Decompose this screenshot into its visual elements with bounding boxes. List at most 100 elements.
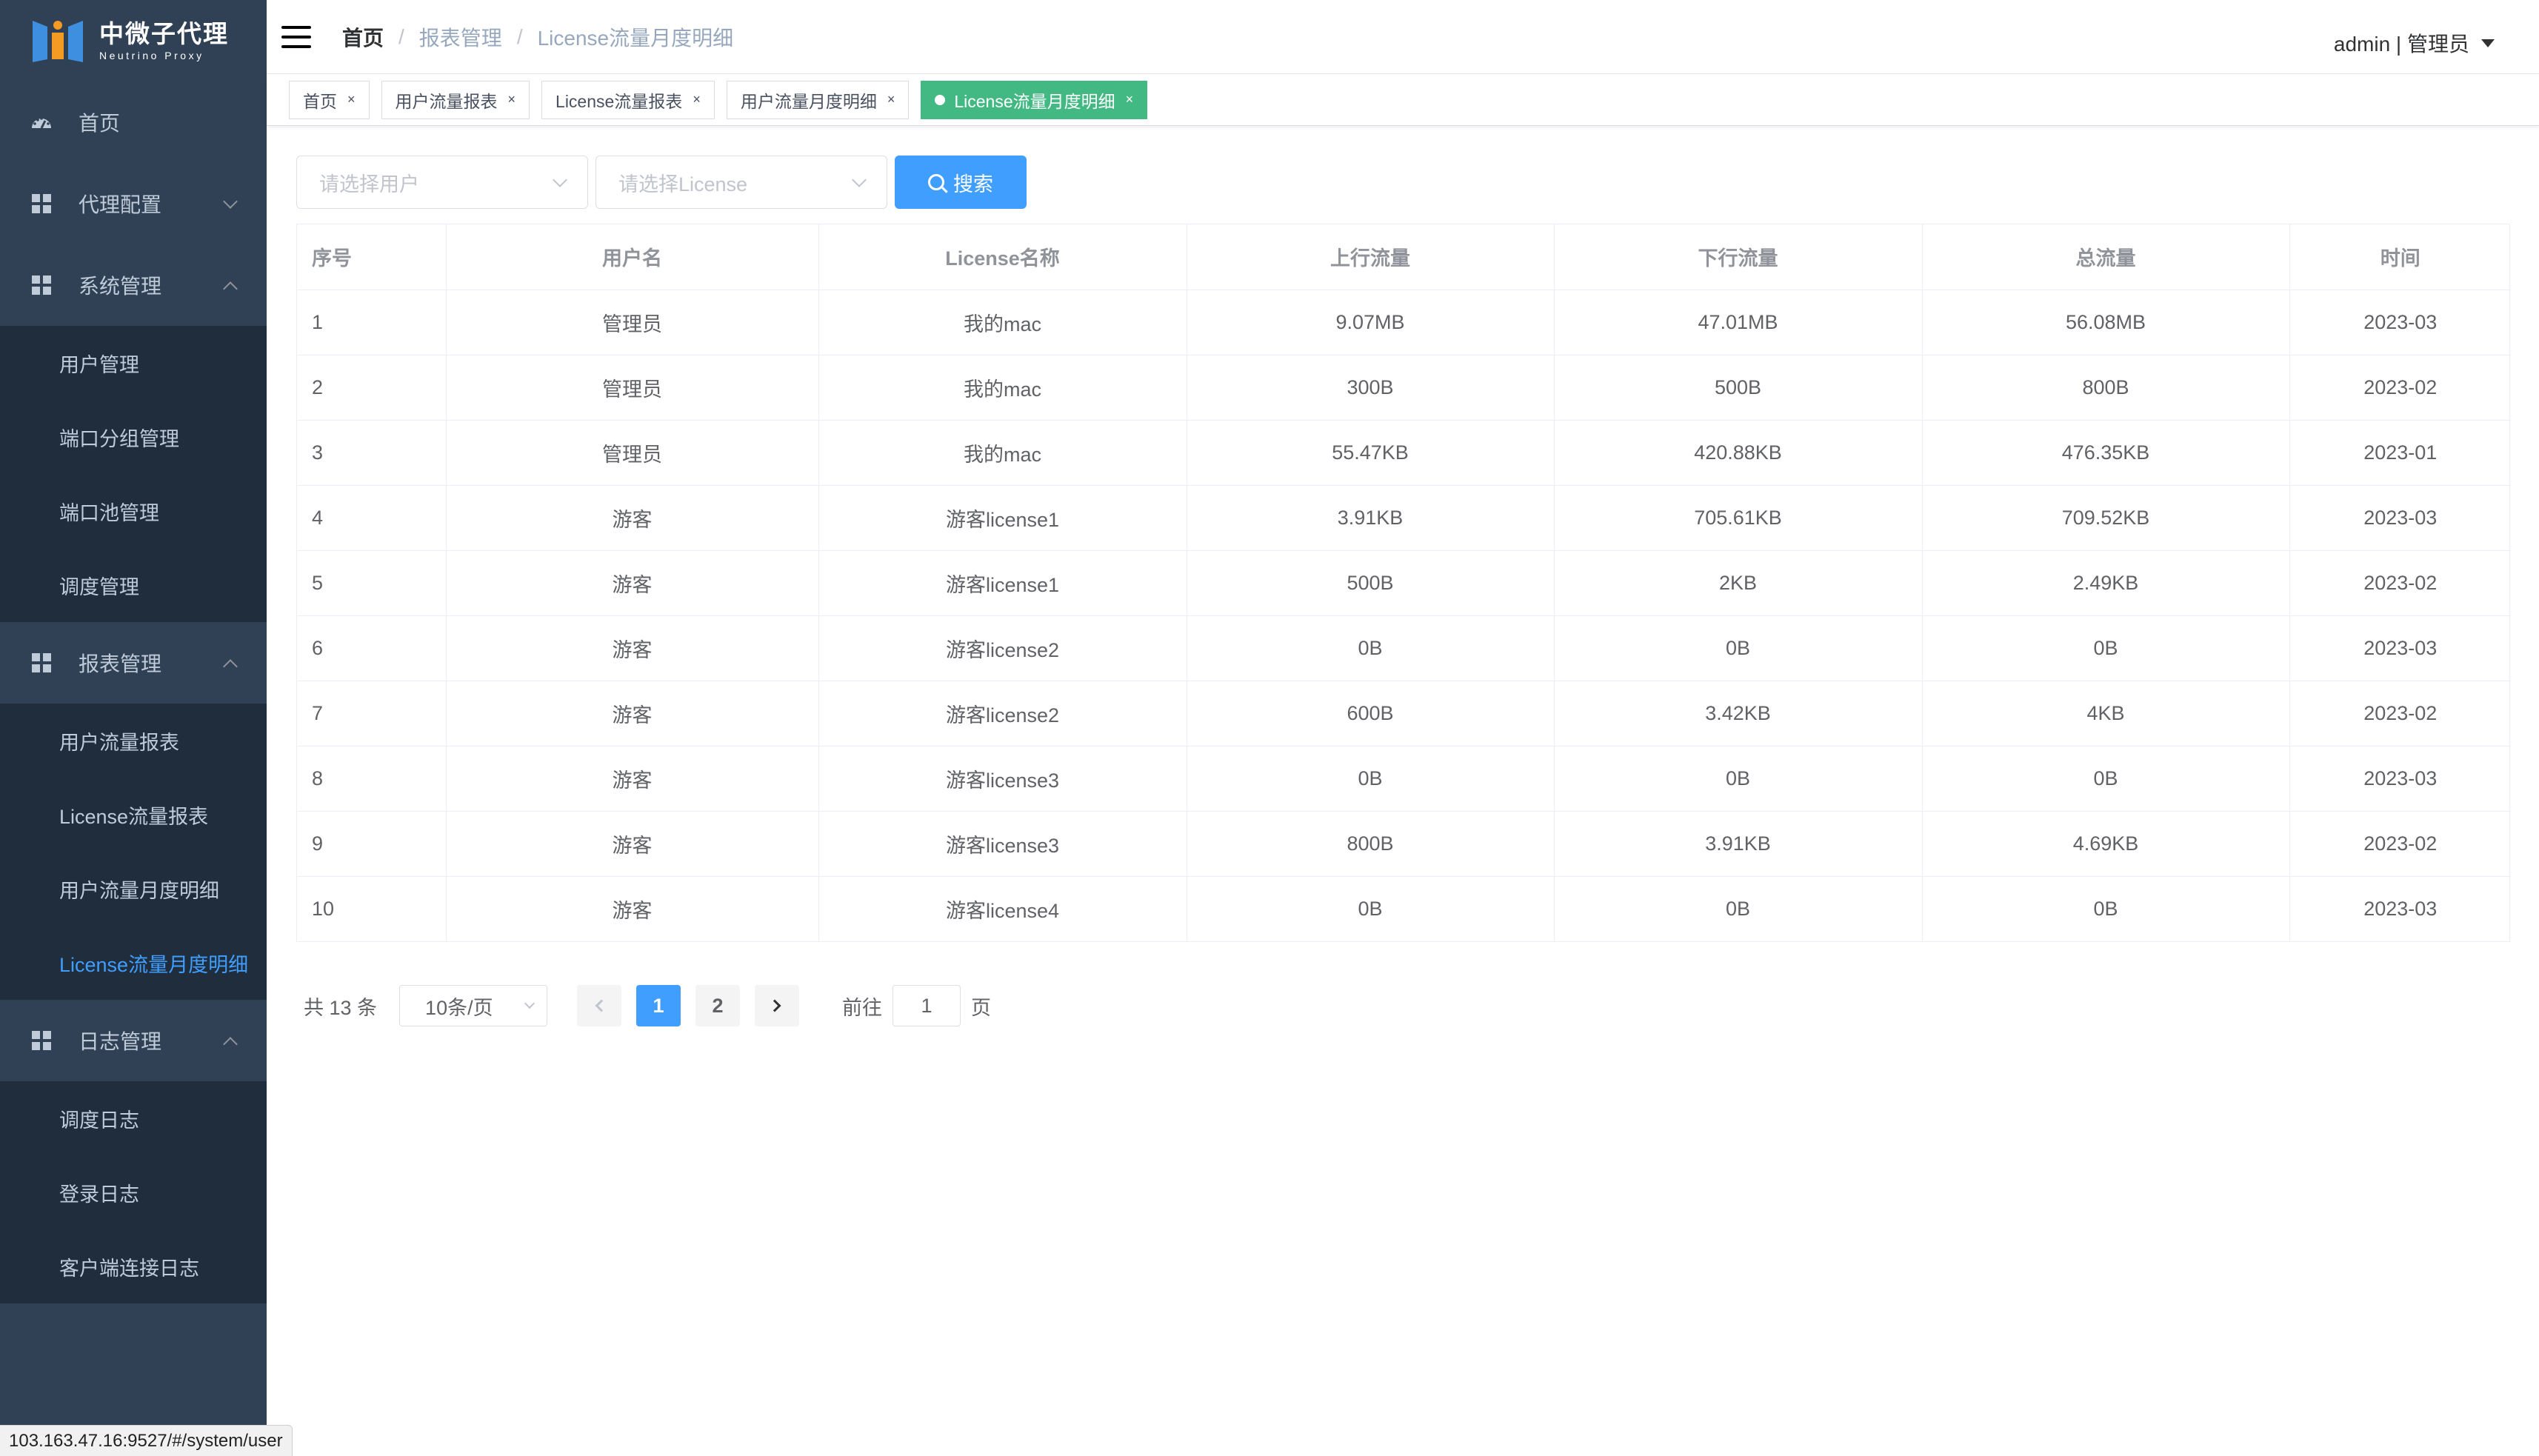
menu-proxy-config[interactable]: 代理配置 — [0, 163, 267, 244]
table-cell: 7 — [297, 681, 447, 747]
table-cell: 0B — [1554, 615, 1923, 681]
table-cell: 我的mac — [818, 420, 1187, 486]
page-button-1[interactable]: 1 — [636, 985, 681, 1026]
license-select[interactable]: 请选择License — [595, 156, 887, 209]
menu-log-mgmt[interactable]: 日志管理 — [0, 1000, 267, 1081]
logo-title: 中微子代理 — [99, 20, 229, 47]
breadcrumb: 首页 / 报表管理 / License流量月度明细 — [342, 22, 733, 52]
table-cell: 2023-03 — [2289, 615, 2511, 681]
sidebar-item-license-monthly-detail[interactable]: License流量月度明细 — [0, 926, 267, 1000]
table-cell: 9.07MB — [1187, 290, 1555, 355]
table-cell: 0B — [1922, 876, 2290, 941]
column-header: 时间 — [2289, 224, 2511, 290]
goto-page-input[interactable] — [893, 985, 961, 1026]
caret-down-icon — [2481, 39, 2495, 47]
grid-icon — [30, 1029, 53, 1052]
table-cell: 5 — [297, 550, 447, 616]
page-button-2[interactable]: 2 — [695, 985, 741, 1026]
page-size-select[interactable]: 10条/页 — [399, 985, 548, 1026]
logo[interactable]: 中微子代理 Neutrino Proxy — [0, 0, 267, 81]
submenu-report: 用户流量报表 License流量报表 用户流量月度明细 License流量月度明… — [0, 704, 267, 1000]
table-cell: 管理员 — [446, 290, 819, 355]
sidebar-item-login-log[interactable]: 登录日志 — [0, 1155, 267, 1229]
sidebar-item-user-monthly-detail[interactable]: 用户流量月度明细 — [0, 852, 267, 926]
table-cell: 55.47KB — [1187, 420, 1555, 486]
grid-icon — [30, 273, 53, 297]
sidebar-item-user-traffic-report[interactable]: 用户流量报表 — [0, 704, 267, 778]
breadcrumb-home[interactable]: 首页 — [342, 22, 384, 52]
search-icon — [928, 174, 944, 190]
table-cell: 2023-03 — [2363, 897, 2438, 920]
user-dropdown[interactable]: admin | 管理员 — [2334, 28, 2495, 58]
table-row: 6 游客 游客license2 0B 0B 0B 2023-03 — [297, 615, 2511, 681]
sidebar-item-scheduling-log[interactable]: 调度日志 — [0, 1081, 267, 1155]
tags-view: 首页 × 用户流量报表 × License流量报表 × 用户流量月度明细 × L… — [267, 74, 2539, 126]
sidebar-item-license-traffic-report[interactable]: License流量报表 — [0, 778, 267, 852]
table-cell: 3 — [297, 420, 447, 486]
search-button[interactable]: 搜索 — [895, 156, 1027, 209]
table-cell: 游客license4 — [818, 876, 1187, 941]
tag-license-monthly-detail[interactable]: License流量月度明细 × — [921, 80, 1148, 119]
navbar: 首页 / 报表管理 / License流量月度明细 admin | 管理员 — [267, 0, 2539, 74]
close-icon[interactable]: × — [1126, 92, 1134, 107]
sidebar-item-port-group[interactable]: 端口分组管理 — [0, 400, 267, 474]
close-icon[interactable]: × — [347, 92, 356, 107]
breadcrumb-separator: / — [398, 24, 404, 48]
table-cell: 2023-01 — [2289, 420, 2511, 486]
sidebar-item-user-mgmt[interactable]: 用户管理 — [0, 326, 267, 400]
menu-report-mgmt[interactable]: 报表管理 — [0, 622, 267, 704]
table-cell: 2023-02 — [2289, 681, 2511, 747]
table-cell: 600B — [1187, 681, 1555, 747]
close-icon[interactable]: × — [887, 92, 895, 107]
hamburger-icon[interactable] — [281, 24, 313, 50]
chevron-up-icon — [223, 281, 238, 296]
table-cell: 游客 — [446, 550, 819, 616]
dashboard-icon — [30, 110, 53, 134]
close-icon[interactable]: × — [508, 92, 516, 107]
table-cell: 1 — [297, 290, 447, 355]
data-table: 序号 用户名 License名称 上行流量 下行流量 总流量 时间 1 管理员 我的… — [296, 224, 2511, 942]
table-cell: 游客 — [446, 681, 819, 747]
grid-icon — [30, 651, 53, 675]
search-button-label: 搜索 — [953, 173, 993, 196]
menu-home[interactable]: 首页 — [0, 81, 267, 163]
user-select[interactable]: 请选择用户 — [296, 156, 588, 209]
column-header: 上行流量 — [1187, 224, 1555, 290]
page-size-value: 10条/页 — [425, 996, 493, 1019]
prev-page-button[interactable] — [577, 985, 622, 1026]
tag-user-monthly-detail[interactable]: 用户流量月度明细 × — [726, 80, 910, 119]
tag-user-traffic-report[interactable]: 用户流量报表 × — [381, 80, 530, 119]
close-icon[interactable]: × — [693, 92, 701, 107]
license-select-placeholder: 请选择License — [618, 173, 748, 196]
tag-license-traffic-report[interactable]: License流量报表 × — [541, 80, 715, 119]
sidebar-item-client-connection-log[interactable]: 客户端连接日志 — [0, 1229, 267, 1303]
table-cell: 10 — [297, 876, 447, 941]
table-cell: 476.35KB — [1922, 420, 2290, 486]
tag-home[interactable]: 首页 × — [289, 80, 370, 119]
table-cell: 3.42KB — [1554, 681, 1923, 747]
goto-suffix: 页 — [971, 996, 992, 1019]
table-cell: 420.88KB — [1554, 420, 1923, 486]
table-row: 10 游客 游客license4 0B 0B 0B 2023-03 — [297, 876, 2511, 941]
table-cell: 6 — [297, 615, 447, 681]
sidebar-item-scheduling[interactable]: 调度管理 — [0, 548, 267, 622]
breadcrumb-report-mgmt[interactable]: 报表管理 — [419, 22, 502, 52]
table-cell: 709.52KB — [1922, 485, 2290, 551]
table-cell: 管理员 — [446, 355, 819, 421]
tag-label: License流量报表 — [555, 91, 683, 111]
main-content: 首页 / 报表管理 / License流量月度明细 admin | 管理员 首页… — [267, 0, 2539, 1456]
next-page-button[interactable] — [755, 985, 800, 1026]
table-row: 3 管理员 我的mac 55.47KB 420.88KB 476.35KB 2023-01 — [297, 420, 2511, 486]
table-cell: 3.91KB — [1187, 485, 1555, 551]
tag-label: 用户流量月度明细 — [740, 91, 877, 111]
table-cell: 游客license3 — [818, 811, 1187, 877]
total-count: 共 13 条 — [304, 996, 378, 1019]
table-row: 8 游客 游客license3 0B 0B 0B 2023-03 — [297, 746, 2511, 812]
table-cell: 0B — [1922, 615, 2290, 681]
menu-system-mgmt[interactable]: 系统管理 — [0, 244, 267, 326]
table-cell: 管理员 — [446, 420, 819, 486]
breadcrumb-separator: / — [516, 24, 523, 48]
table-cell: 2023-02 — [2289, 550, 2511, 616]
sidebar-item-port-pool[interactable]: 端口池管理 — [0, 474, 267, 548]
column-header: License名称 — [818, 224, 1187, 290]
